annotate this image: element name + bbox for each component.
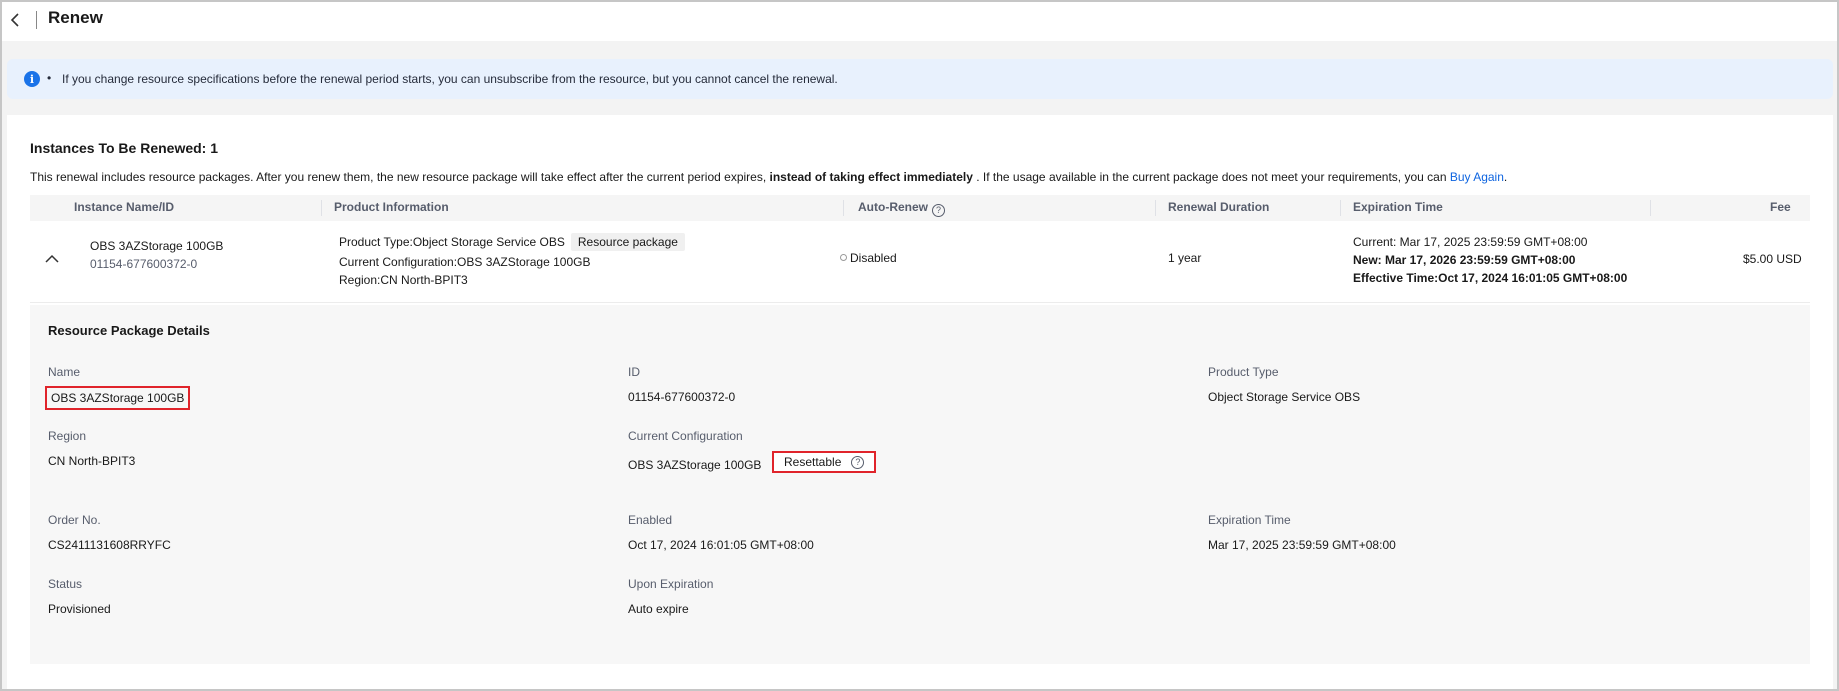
col-auto-renew: Auto-Renew? [858,200,945,217]
col-divider [1340,200,1341,216]
chevron-up-icon [45,254,59,263]
product-region: Region:CN North-BPIT3 [339,273,468,287]
resource-package-details: Resource Package Details Name OBS 3AZSto… [30,305,1810,664]
col-divider [1155,200,1156,216]
product-type-label: Product Type [1208,365,1279,379]
buy-again-link[interactable]: Buy Again [1450,170,1504,184]
note-bold: instead of taking effect immediately [769,170,973,184]
col-duration: Renewal Duration [1168,200,1270,214]
info-icon: i [24,71,40,87]
note-part1: This renewal includes resource packages.… [30,170,770,184]
product-config: Current Configuration:OBS 3AZStorage 100… [339,255,591,269]
chevron-left-icon [10,13,19,27]
product-type-text: Product Type:Object Storage Service OBS [339,235,565,249]
note-end: . [1503,170,1508,184]
details-title: Resource Package Details [48,323,210,338]
expiration-label: Expiration Time [1208,513,1291,527]
exp-current: Current: Mar 17, 2025 23:59:59 GMT+08:00 [1353,235,1588,249]
back-button[interactable] [6,11,24,29]
col-divider [1650,200,1651,216]
fee-value: $5.00 USD [1743,252,1802,266]
alert-text: If you change resource specifications be… [62,72,838,86]
status-dot-icon [840,254,847,261]
product-type: Product Type:Object Storage Service OBS R… [339,233,685,251]
config-value: OBS 3AZStorage 100GB [628,458,762,472]
col-divider [843,200,844,216]
col-fee: Fee [1770,200,1791,214]
upon-expiration-value: Auto expire [628,602,689,616]
config-label: Current Configuration [628,429,743,443]
alert-bullet: • [47,71,52,85]
auto-renew-status: Disabled [840,251,897,265]
help-circle-icon[interactable]: ? [932,203,945,217]
info-alert: i • If you change resource specification… [7,59,1833,99]
exp-new: New: Mar 17, 2026 23:59:59 GMT+08:00 [1353,253,1576,267]
expiration-value: Mar 17, 2025 23:59:59 GMT+08:00 [1208,538,1396,552]
renew-page: Renew i • If you change resource specifi… [0,0,1839,691]
help-circle-icon[interactable]: ? [851,455,865,469]
page-title: Renew [48,8,103,27]
auto-renew-text: Disabled [850,251,897,265]
name-label: Name [48,365,81,379]
page-header: Renew [2,2,1837,41]
col-product: Product Information [334,200,449,214]
renewal-duration[interactable]: 1 year [1168,251,1201,265]
product-type-value: Object Storage Service OBS [1208,390,1361,404]
table-header: Instance Name/ID Product Information Aut… [30,195,1810,221]
instances-title: Instances To Be Renewed: 1 [30,140,219,156]
region-value: CN North-BPIT3 [48,454,136,468]
col-expiration: Expiration Time [1353,200,1443,214]
upon-expiration-label: Upon Expiration [628,577,714,591]
instance-id: 01154-677600372-0 [90,257,198,271]
instance-name: OBS 3AZStorage 100GB [90,239,224,253]
id-value: 01154-677600372-0 [628,390,736,404]
order-link[interactable]: CS2411131608RRYFC [48,538,171,552]
col-instance: Instance Name/ID [74,200,175,214]
enabled-value: Oct 17, 2024 16:01:05 GMT+08:00 [628,538,814,552]
exp-effective: Effective Time:Oct 17, 2024 16:01:05 GMT… [1353,271,1628,285]
renewal-note: This renewal includes resource packages.… [30,170,1507,184]
collapse-row-button[interactable] [44,253,60,265]
resettable-badge: Resettable? [772,451,877,473]
renew-card: Instances To Be Renewed: 1 This renewal … [7,115,1833,689]
order-label: Order No. [48,513,101,527]
name-value: OBS 3AZStorage 100GB [45,386,191,410]
col-auto-renew-label: Auto-Renew [858,200,928,214]
col-divider [321,200,322,216]
id-label: ID [628,365,640,379]
status-label: Status [48,577,83,591]
enabled-label: Enabled [628,513,673,527]
note-part2: . If the usage available in the current … [972,170,1450,184]
resource-package-tag: Resource package [570,233,685,251]
status-value: Provisioned [48,602,111,616]
resettable-text: Resettable [784,455,842,469]
header-divider [36,11,37,29]
region-label: Region [48,429,87,443]
table-row: OBS 3AZStorage 100GB 01154-677600372-0 P… [30,221,1810,303]
